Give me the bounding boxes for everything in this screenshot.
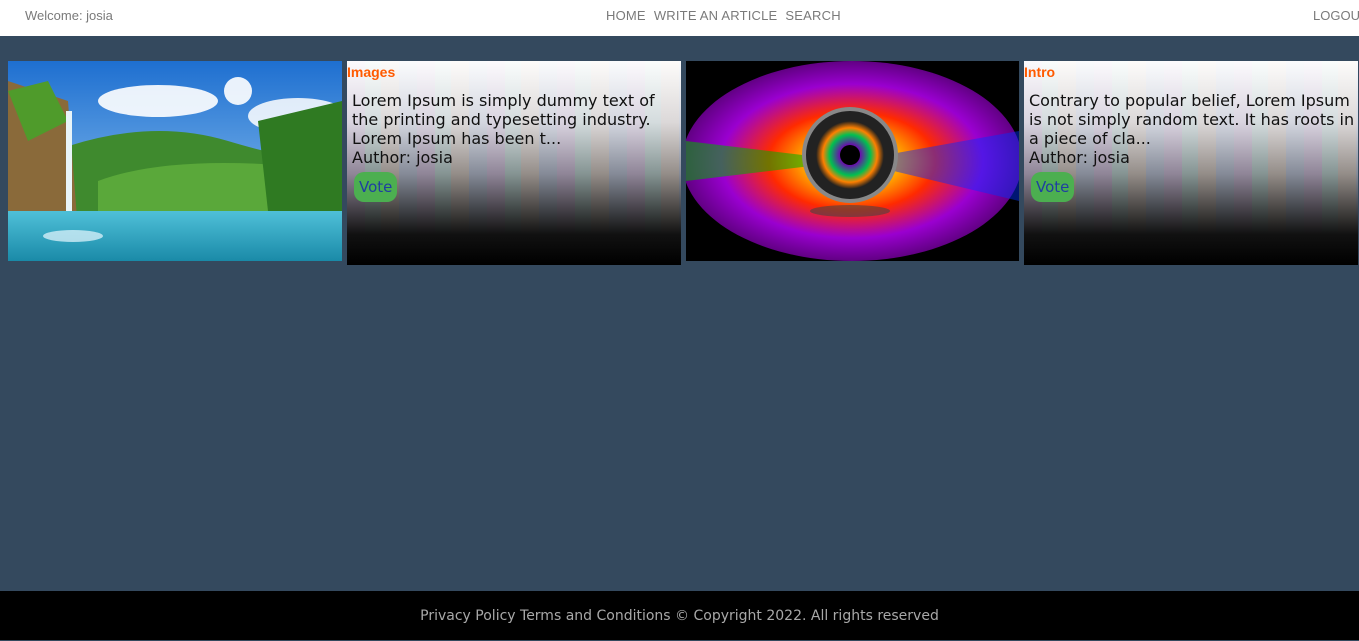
article-excerpt: Contrary to popular belief, Lorem Ipsum … (1029, 91, 1355, 148)
article-excerpt: Lorem Ipsum is simply dummy text of the … (352, 91, 655, 148)
article-image-camera-lens[interactable] (686, 61, 1020, 261)
article-card-intro[interactable]: Intro Contrary to popular belief, Lorem … (1024, 61, 1358, 265)
nav-write-article-link[interactable]: WRITE AN ARTICLE (654, 8, 778, 23)
nav-home-link[interactable]: HOME (606, 8, 646, 23)
nav-search-link[interactable]: SEARCH (785, 8, 840, 23)
article-category: Intro (1024, 64, 1056, 80)
welcome-text: Welcome: josia (25, 8, 113, 23)
vote-button[interactable]: Vote (354, 172, 398, 202)
footer: Privacy Policy Terms and Conditions © Co… (0, 591, 1359, 640)
footer-text: Privacy Policy Terms and Conditions © Co… (420, 608, 939, 624)
article-author: Author: josia (352, 148, 453, 167)
article-image-waterfall[interactable] (8, 61, 342, 261)
logout-link[interactable]: LOGOUT (1313, 8, 1359, 23)
article-category: Images (347, 64, 396, 80)
main-nav: HOME WRITE AN ARTICLE SEARCH (606, 8, 841, 23)
article-card-images[interactable]: Images Lorem Ipsum is simply dummy text … (347, 61, 681, 265)
article-author: Author: josia (1029, 148, 1130, 167)
top-navbar: Welcome: josia HOME WRITE AN ARTICLE SEA… (0, 0, 1359, 36)
vote-button[interactable]: Vote (1031, 172, 1075, 202)
